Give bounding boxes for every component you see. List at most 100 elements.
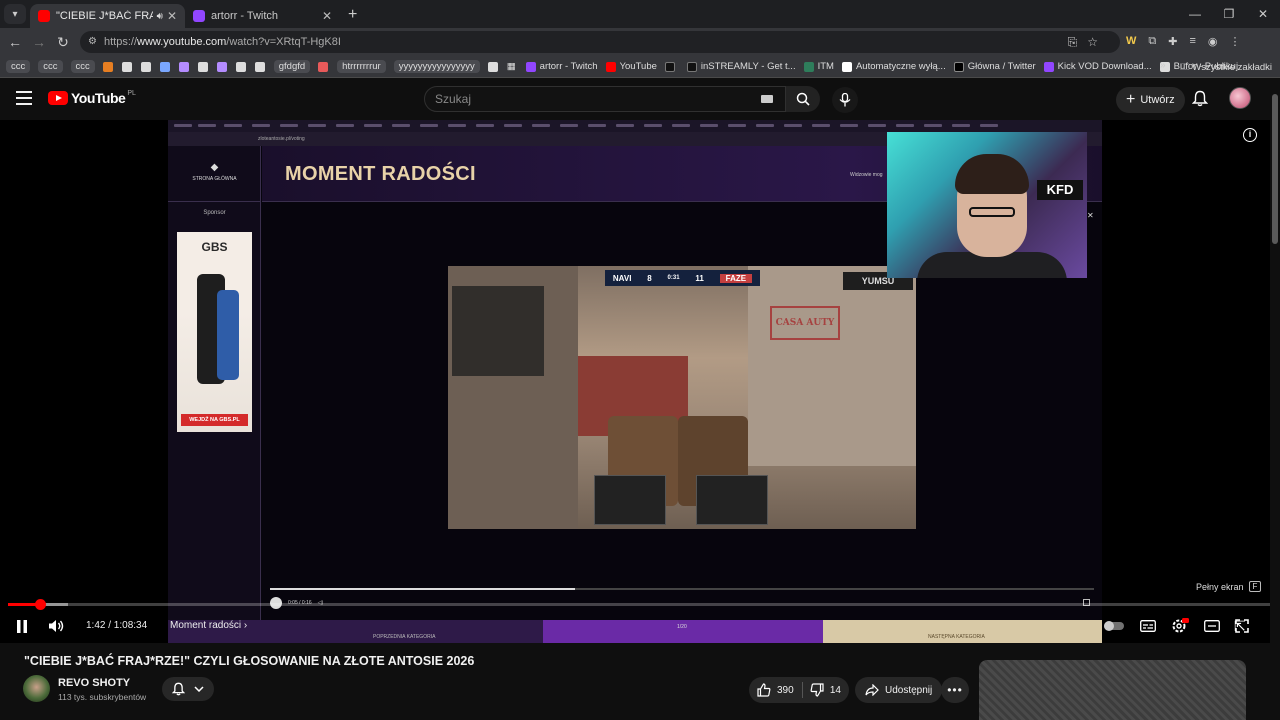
minimize-icon[interactable]: — <box>1178 0 1212 28</box>
bookmark-favicon-icon[interactable] <box>159 61 170 72</box>
close-tab-icon[interactable]: ✕ <box>167 9 177 23</box>
bookmark-item[interactable]: inSTREAMLY - Get t... <box>686 61 796 72</box>
bookmark-item[interactable]: YouTube <box>605 61 657 72</box>
round-time: 0:31 <box>667 275 680 281</box>
share-button[interactable]: Udostępnij <box>855 677 943 703</box>
chapter-button[interactable]: Moment radości › <box>170 620 247 631</box>
account-avatar[interactable] <box>1229 87 1251 109</box>
bookmark-item[interactable]: gfdgfd <box>273 60 311 73</box>
bookmarks-overflow-icon[interactable]: » <box>1160 60 1166 71</box>
team-left: NAVI <box>612 273 632 283</box>
volume-button[interactable] <box>46 616 66 636</box>
like-count: 390 <box>777 684 794 696</box>
bookmark-item[interactable]: ccc <box>38 60 63 73</box>
country-code: PL <box>127 89 136 97</box>
recommended-video-thumbnail[interactable] <box>979 660 1246 720</box>
browser-tab-twitch[interactable]: artorr - Twitch ✕ <box>185 4 340 28</box>
bookmark-item[interactable]: Kick VOD Download... <box>1043 61 1152 72</box>
bookmark-item[interactable]: ccc <box>70 60 95 73</box>
close-tab-icon[interactable]: ✕ <box>322 9 332 23</box>
extension-w-icon[interactable]: W <box>1126 35 1136 48</box>
more-dots-icon: ••• <box>947 683 963 697</box>
share-icon <box>865 684 879 696</box>
bookmark-item[interactable]: Główna / Twitter <box>953 61 1036 72</box>
subscription-notifications-button[interactable] <box>162 677 214 701</box>
extension-puzzle-icon[interactable]: ⧉ <box>1148 35 1156 48</box>
all-bookmarks-folder[interactable]: 🗀︎ Wszystkie zakładki <box>1180 60 1272 76</box>
tab-title: "CIEBIE J*BAĆ FRAJ*RZE!" C <box>56 10 153 22</box>
browser-tab-youtube[interactable]: "CIEBIE J*BAĆ FRAJ*RZE!" C 🔊︎ ✕ <box>30 4 185 28</box>
scrubber-handle[interactable] <box>35 599 46 610</box>
search-button[interactable] <box>786 86 820 112</box>
url-field[interactable]: ⚙︎ https://www.youtube.com/watch?v=XRtqT… <box>80 31 1120 53</box>
like-button[interactable]: 390 <box>749 683 802 697</box>
page-scrollbar-thumb[interactable] <box>1272 94 1278 244</box>
autoplay-toggle[interactable] <box>1102 616 1126 636</box>
video-player[interactable]: zloteantosie.pl/voting ◆ STRONA GŁÓWNA Sp… <box>0 120 1280 643</box>
notifications-bell-icon[interactable] <box>1192 90 1208 107</box>
sponsor-ad: GBS WEJDŹ NA GBS.PL <box>177 232 252 432</box>
bookmark-favicon-icon[interactable] <box>197 61 208 72</box>
bookmark-item[interactable]: Automatyczne wyłą... <box>841 61 946 72</box>
bookmark-item[interactable]: ITM <box>803 61 834 72</box>
all-bookmarks-label: Wszystkie zakładki <box>1192 62 1272 73</box>
bookmark-item[interactable] <box>664 61 679 72</box>
channel-avatar[interactable] <box>23 675 50 702</box>
bookmark-favicon-icon[interactable] <box>178 61 189 72</box>
bookmark-favicon-icon[interactable] <box>318 61 329 72</box>
video-title: "CIEBIE J*BAĆ FRAJ*RZE!" CZYLI GŁOSOWANI… <box>24 654 475 668</box>
media-controls-icon[interactable]: ≡ <box>1189 35 1195 48</box>
bookmark-label: inSTREAMLY - Get t... <box>700 61 796 72</box>
back-arrow-icon[interactable]: ← <box>3 34 27 50</box>
menu-kebab-icon[interactable]: ⋮ <box>1230 35 1241 48</box>
settings-button[interactable] <box>1170 616 1190 636</box>
bookmark-label: YouTube <box>619 61 657 72</box>
bookmark-item[interactable]: artorr - Twitch <box>525 61 598 72</box>
youtube-header: YouTube PL Szukaj + Utwórz <box>0 78 1280 120</box>
recorded-page-title: MOMENT RADOŚCI <box>285 163 476 185</box>
channel-name[interactable]: REVO SHOTY <box>58 677 130 689</box>
bookmark-favicon-icon[interactable] <box>216 61 227 72</box>
keyboard-icon[interactable] <box>761 95 773 103</box>
dislike-count: 14 <box>829 684 841 696</box>
restore-icon[interactable]: ❐ <box>1212 0 1246 28</box>
bookmark-item[interactable]: htrrrrrrrur <box>337 60 386 73</box>
player-controls: 1:42 / 1:08:34 Moment radości › <box>0 610 1280 640</box>
youtube-logo[interactable]: YouTube PL <box>48 90 136 106</box>
profile-icon[interactable]: ◉ <box>1208 35 1218 48</box>
bookmark-favicon-icon[interactable] <box>121 61 132 72</box>
bookmark-favicon-icon[interactable] <box>254 61 265 72</box>
pause-button[interactable] <box>12 616 32 636</box>
url-prefix: https:// <box>104 36 138 48</box>
bookmark-item[interactable]: yyyyyyyyyyyyyyyy <box>393 60 480 73</box>
bookmark-favicon-icon[interactable] <box>102 61 113 72</box>
seek-bar[interactable] <box>8 599 1272 610</box>
search-input[interactable]: Szukaj <box>424 86 786 112</box>
theater-mode-button[interactable] <box>1202 616 1222 636</box>
site-settings-icon[interactable]: ⚙︎ <box>88 36 97 47</box>
voice-search-button[interactable] <box>832 87 858 113</box>
extension-icons: W ⧉ ✚ ≡ ◉ ⋮ <box>1126 35 1241 48</box>
create-button[interactable]: + Utwórz <box>1116 87 1185 113</box>
menu-hamburger-icon[interactable] <box>16 91 32 105</box>
team-right: FAZE <box>719 273 753 283</box>
forward-arrow-icon[interactable]: → <box>27 34 51 50</box>
close-window-icon[interactable]: ✕ <box>1246 0 1280 28</box>
install-app-icon[interactable]: ⎘ <box>1068 35 1078 50</box>
dislike-button[interactable]: 14 <box>802 683 849 697</box>
bookmark-favicon-icon[interactable] <box>235 61 246 72</box>
more-actions-button[interactable]: ••• <box>941 677 969 703</box>
extensions-icon[interactable]: ✚ <box>1168 35 1177 48</box>
bookmark-item[interactable]: ccc <box>6 60 31 73</box>
info-icon[interactable]: i <box>1243 128 1257 142</box>
bookmark-star-icon[interactable]: ☆ <box>1087 35 1098 50</box>
tab-search-button[interactable]: ▾ <box>4 4 26 24</box>
bookmark-apps-icon[interactable]: ▦ <box>507 61 516 72</box>
reload-icon[interactable]: ↻ <box>51 34 75 51</box>
bookmark-favicon-icon[interactable] <box>487 61 498 72</box>
bookmark-favicon-icon[interactable] <box>140 61 151 72</box>
new-tab-button[interactable]: + <box>348 6 357 24</box>
speaker-icon[interactable]: 🔊︎ <box>157 11 163 22</box>
subtitles-button[interactable] <box>1138 616 1158 636</box>
url-path: /watch?v=XRtqT-HgK8I <box>226 36 341 48</box>
